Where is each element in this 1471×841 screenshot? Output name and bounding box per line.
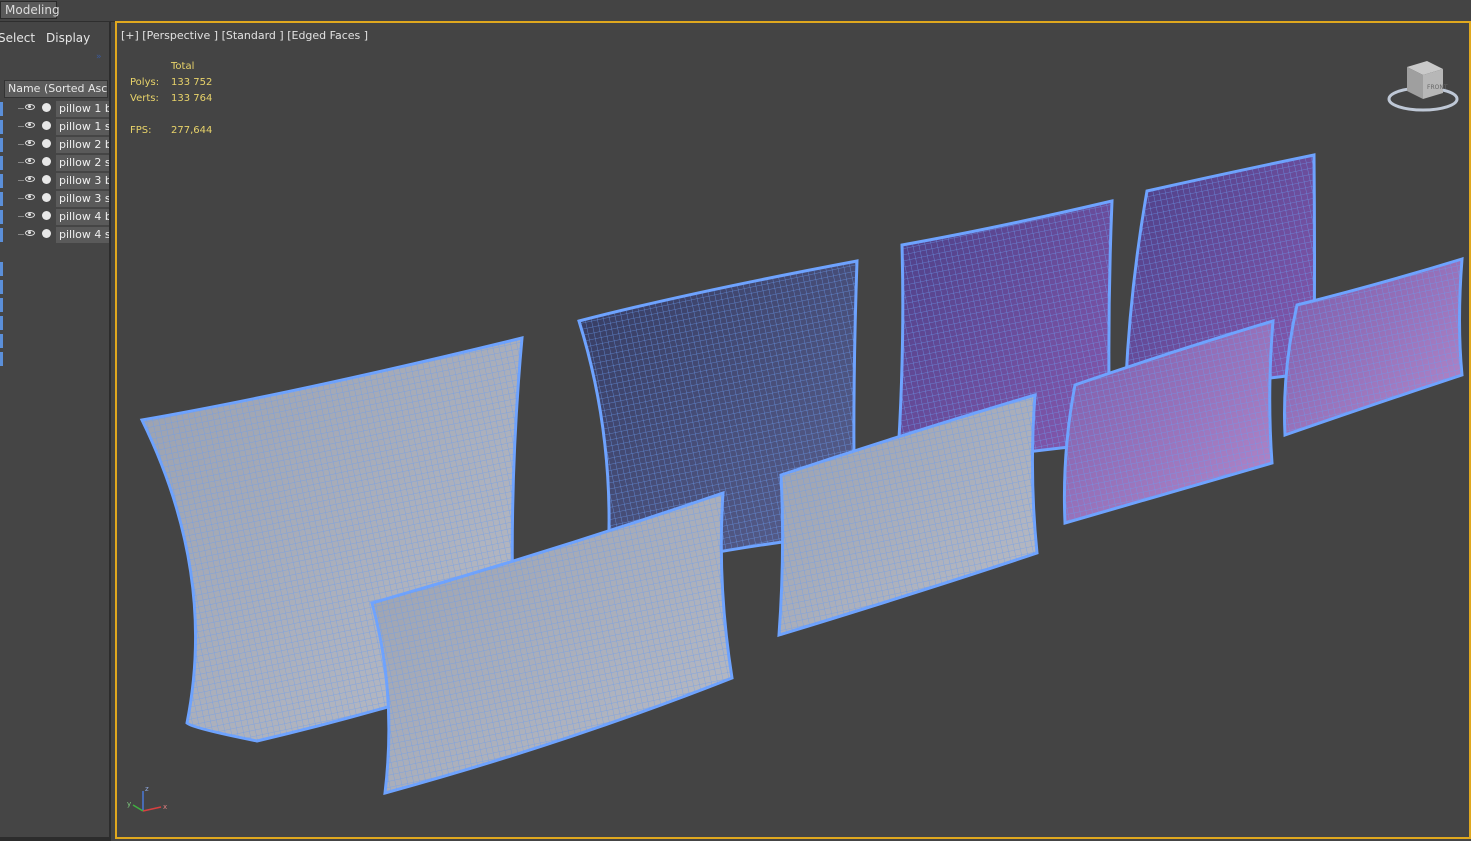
list-item[interactable]: pillow 4 big <box>0 208 109 226</box>
object-name[interactable]: pillow 3 small <box>56 191 109 207</box>
viewcube-face-label: FRONT <box>1427 84 1448 91</box>
list-item[interactable]: pillow 1 small <box>0 118 109 136</box>
layer-strip <box>0 316 3 330</box>
layer-strip <box>0 280 3 294</box>
eye-icon[interactable] <box>25 104 35 110</box>
object-name[interactable]: pillow 4 big <box>56 209 109 225</box>
perspective-viewport[interactable]: [+] [Perspective ] [Standard ] [Edged Fa… <box>115 21 1471 839</box>
stats-verts-value: 133 764 <box>171 93 213 104</box>
tab-modeling[interactable]: Modeling <box>0 1 60 19</box>
list-item[interactable]: pillow 3 small <box>0 190 109 208</box>
object-name[interactable]: pillow 1 big <box>56 101 109 117</box>
axis-z-label: z <box>145 785 149 793</box>
tree-line <box>18 108 24 109</box>
object-list: pillow 1 big pillow 1 small pillow 2 big… <box>0 100 109 244</box>
layer-strip <box>0 334 3 348</box>
viewport-label[interactable]: [+] [Perspective ] [Standard ] [Edged Fa… <box>121 29 368 42</box>
render-dot-icon[interactable] <box>42 229 51 238</box>
tree-line <box>18 126 24 127</box>
tree-line <box>18 198 24 199</box>
axis-y-label: y <box>127 800 131 808</box>
object-name[interactable]: pillow 4 small <box>56 227 109 243</box>
tree-line <box>18 162 24 163</box>
stats-total-label: Total <box>171 61 195 72</box>
axis-x-label: x <box>163 803 167 811</box>
list-item[interactable]: pillow 2 small <box>0 154 109 172</box>
object-name[interactable]: pillow 2 big <box>56 137 109 153</box>
layer-strip <box>0 298 3 312</box>
scene-explorer: Select Display » Name (Sorted Ascending)… <box>0 22 111 841</box>
render-dot-icon[interactable] <box>42 139 51 148</box>
menu-select[interactable]: Select <box>0 31 35 45</box>
object-name[interactable]: pillow 3 big <box>56 173 109 189</box>
layer-strips <box>0 262 3 370</box>
scene-render[interactable] <box>117 23 1471 839</box>
render-dot-icon[interactable] <box>42 103 51 112</box>
render-dot-icon[interactable] <box>42 157 51 166</box>
render-dot-icon[interactable] <box>42 121 51 130</box>
layer-strip <box>0 174 3 188</box>
layer-strip <box>0 156 3 170</box>
render-dot-icon[interactable] <box>42 211 51 220</box>
stats-polys-value: 133 752 <box>171 77 213 88</box>
layer-strip <box>0 210 3 224</box>
layer-strip <box>0 352 3 366</box>
layer-strip <box>0 192 3 206</box>
list-item[interactable]: pillow 1 big <box>0 100 109 118</box>
layer-strip <box>0 138 3 152</box>
eye-icon[interactable] <box>25 230 35 236</box>
stats-fps-value: 277,644 <box>171 125 213 136</box>
tree-line <box>18 180 24 181</box>
eye-icon[interactable] <box>25 122 35 128</box>
viewcube-icon[interactable]: FRONT <box>1383 55 1463 119</box>
stats-fps-label: FPS: <box>130 125 152 136</box>
name-column-header[interactable]: Name (Sorted Ascending) <box>4 80 108 98</box>
layer-strip <box>0 120 3 134</box>
list-item[interactable]: pillow 2 big <box>0 136 109 154</box>
layer-strip <box>0 102 3 116</box>
tree-line <box>18 234 24 235</box>
object-name[interactable]: pillow 1 small <box>56 119 109 135</box>
tree-line <box>18 144 24 145</box>
main-toolbar: Modeling <box>0 0 1471 22</box>
eye-icon[interactable] <box>25 158 35 164</box>
list-item[interactable]: pillow 3 big <box>0 172 109 190</box>
eye-icon[interactable] <box>25 140 35 146</box>
stats-polys-label: Polys: <box>130 77 160 88</box>
eye-icon[interactable] <box>25 194 35 200</box>
render-dot-icon[interactable] <box>42 193 51 202</box>
menu-display[interactable]: Display <box>46 31 90 45</box>
expand-arrows-icon[interactable]: » <box>96 52 102 62</box>
eye-icon[interactable] <box>25 212 35 218</box>
stats-verts-label: Verts: <box>130 93 159 104</box>
layer-strip <box>0 228 3 242</box>
layer-strip <box>0 262 3 276</box>
axis-tripod-icon: z x y <box>127 785 167 812</box>
render-dot-icon[interactable] <box>42 175 51 184</box>
eye-icon[interactable] <box>25 176 35 182</box>
list-item[interactable]: pillow 4 small <box>0 226 109 244</box>
panel-bottom-edge <box>0 837 111 841</box>
tree-line <box>18 216 24 217</box>
object-name[interactable]: pillow 2 small <box>56 155 109 171</box>
